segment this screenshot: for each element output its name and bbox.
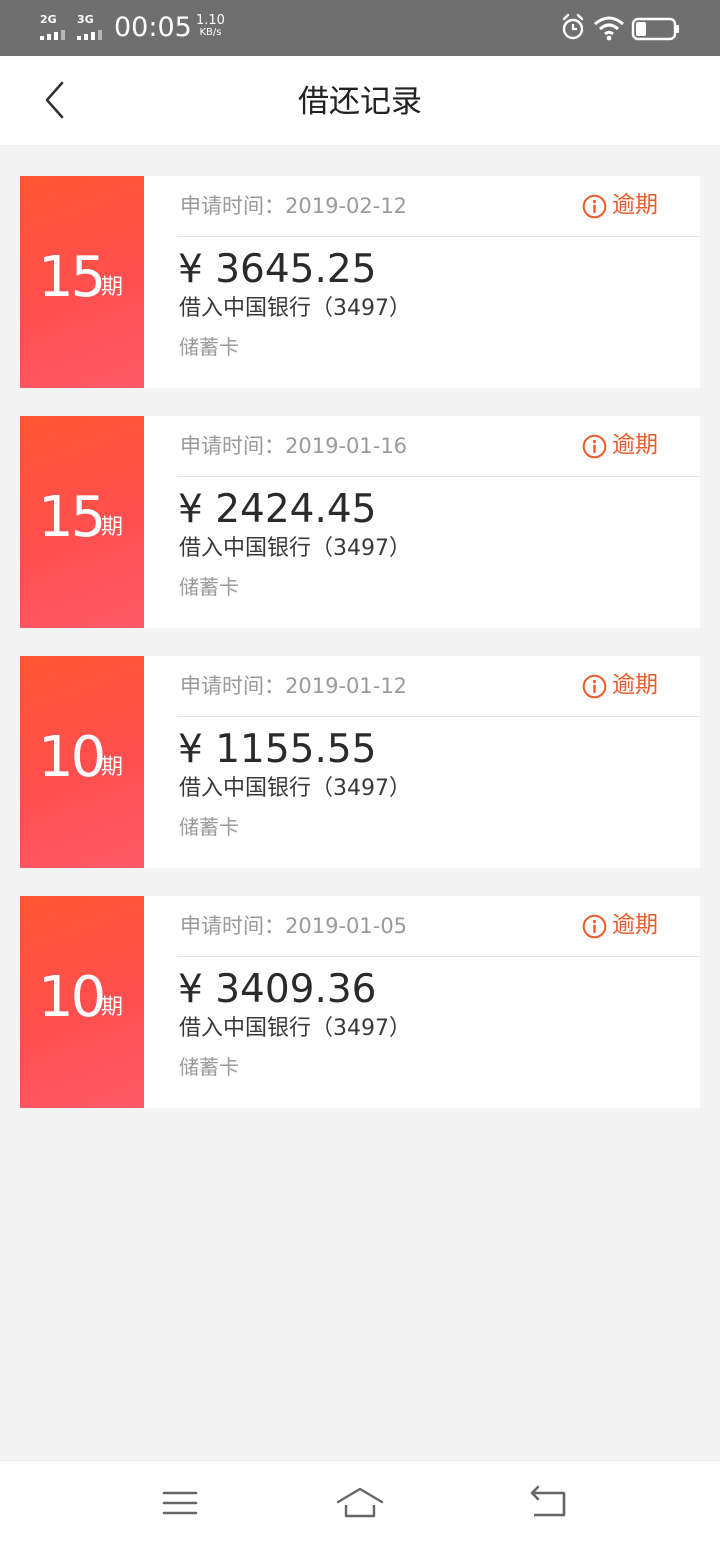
term-badge: 10 期 (20, 896, 144, 1108)
loan-amount: ¥ 3409.36 (178, 967, 377, 1012)
term-unit: 期 (101, 275, 124, 300)
menu-icon[interactable] (156, 1481, 204, 1525)
apply-date: 申请时间：2019-01-05 (180, 914, 408, 938)
back-icon[interactable] (526, 1481, 574, 1525)
apply-date: 申请时间：2019-01-12 (180, 674, 408, 698)
loan-amount: ¥ 1155.55 (178, 727, 377, 772)
term-unit: 期 (101, 995, 124, 1020)
loan-record-card[interactable]: 15 期 申请时间：2019-01-16 逾期 ¥ 2424.45 借入中国银行… (20, 416, 700, 628)
divider (177, 476, 700, 477)
alarm-icon (562, 13, 584, 40)
network-speed-unit: KB/s (199, 27, 222, 38)
term-number: 10 (38, 725, 106, 790)
battery-icon (631, 17, 679, 41)
term-badge: 15 期 (20, 176, 144, 388)
loan-record-card[interactable]: 10 期 申请时间：2019-01-12 逾期 ¥ 1155.55 借入中国银行… (20, 656, 700, 868)
system-nav-bar (0, 1460, 720, 1544)
overdue-label: 逾期 (612, 192, 658, 218)
status-bar: 2G 3G 00:05 1.10 KB/s (0, 0, 720, 56)
card-type: 储蓄卡 (179, 335, 239, 359)
card-type: 储蓄卡 (179, 575, 239, 599)
overdue-label: 逾期 (612, 672, 658, 698)
sim1-network-label: 2G (40, 13, 57, 26)
bank-account: 借入中国银行（3497） (179, 1016, 411, 1041)
bank-account: 借入中国银行（3497） (179, 536, 411, 561)
wifi-icon (594, 16, 624, 41)
term-badge: 15 期 (20, 416, 144, 628)
status-icons (562, 13, 679, 41)
bank-account: 借入中国银行（3497） (179, 776, 411, 801)
term-badge: 10 期 (20, 656, 144, 868)
divider (177, 236, 700, 237)
overdue-label: 逾期 (612, 912, 658, 938)
apply-date: 申请时间：2019-02-12 (180, 194, 408, 218)
page-title: 借还记录 (298, 84, 422, 120)
loan-amount: ¥ 2424.45 (178, 487, 377, 532)
divider (177, 956, 700, 957)
status-time: 00:05 (114, 12, 192, 43)
chevron-left-icon[interactable] (38, 78, 78, 124)
apply-date: 申请时间：2019-01-16 (180, 434, 408, 458)
term-unit: 期 (101, 755, 124, 780)
info-icon (582, 194, 607, 219)
divider (177, 716, 700, 717)
term-number: 15 (38, 245, 106, 310)
loan-record-card[interactable]: 15 期 申请时间：2019-02-12 逾期 ¥ 3645.25 借入中国银行… (20, 176, 700, 388)
app-header: 借还记录 (0, 56, 720, 146)
signal-bars-icon (77, 30, 109, 40)
card-type: 储蓄卡 (179, 1055, 239, 1079)
term-number: 15 (38, 485, 106, 550)
term-unit: 期 (101, 515, 124, 540)
bank-account: 借入中国银行（3497） (179, 296, 411, 321)
home-icon[interactable] (336, 1481, 384, 1525)
loan-record-card[interactable]: 10 期 申请时间：2019-01-05 逾期 ¥ 3409.36 借入中国银行… (20, 896, 700, 1108)
card-type: 储蓄卡 (179, 815, 239, 839)
loan-amount: ¥ 3645.25 (178, 247, 377, 292)
term-number: 10 (38, 965, 106, 1030)
sim2-network-label: 3G (77, 13, 94, 26)
info-icon (582, 914, 607, 939)
network-speed: 1.10 KB/s (196, 14, 225, 39)
overdue-label: 逾期 (612, 432, 658, 458)
info-icon (582, 434, 607, 459)
info-icon (582, 674, 607, 699)
network-speed-value: 1.10 (196, 13, 225, 28)
signal-bars-icon (40, 30, 72, 40)
